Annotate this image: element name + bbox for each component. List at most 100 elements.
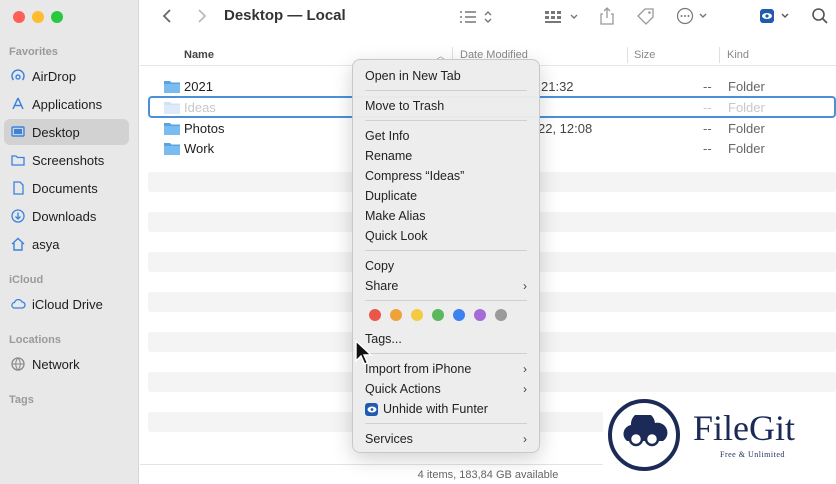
forward-button[interactable] bbox=[193, 6, 211, 26]
sidebar-item-label: asya bbox=[32, 236, 60, 252]
menu-separator bbox=[365, 423, 527, 424]
menu-item-move-to-trash[interactable]: Move to Trash bbox=[365, 96, 529, 116]
share-icon bbox=[600, 7, 614, 25]
column-divider[interactable] bbox=[719, 47, 720, 63]
file-size: -- bbox=[703, 99, 712, 115]
menu-separator bbox=[365, 90, 527, 91]
sidebar-item-desktop[interactable]: Desktop bbox=[4, 119, 129, 145]
sidebar-item-label: Network bbox=[32, 356, 80, 372]
tag-yellow[interactable] bbox=[411, 309, 423, 321]
filegit-logo-icon bbox=[608, 399, 680, 471]
sidebar-item-label: Screenshots bbox=[32, 152, 105, 168]
context-menu: Open in New Tab Move to Trash Get Info R… bbox=[352, 59, 540, 453]
sidebar-item-airdrop[interactable]: AirDrop bbox=[4, 63, 129, 89]
group-button[interactable] bbox=[544, 8, 582, 26]
tag-gray[interactable] bbox=[495, 309, 507, 321]
grid-icon bbox=[545, 11, 578, 23]
eye-icon bbox=[760, 9, 789, 23]
file-name-input[interactable]: Ideas bbox=[184, 100, 364, 115]
file-size: -- bbox=[703, 140, 712, 156]
sidebar-section-locations: Locations bbox=[9, 334, 61, 346]
chevron-right-icon: › bbox=[523, 382, 527, 396]
ellipsis-icon bbox=[676, 7, 707, 25]
menu-item-quick-look[interactable]: Quick Look bbox=[365, 226, 529, 246]
menu-item-quick-actions[interactable]: Quick Actions › bbox=[365, 379, 529, 399]
menu-item-get-info[interactable]: Get Info bbox=[365, 126, 529, 146]
desktop-icon bbox=[10, 124, 26, 140]
actions-button[interactable] bbox=[676, 6, 712, 26]
tag-purple[interactable] bbox=[474, 309, 486, 321]
sidebar-item-network[interactable]: Network bbox=[4, 351, 129, 377]
close-button[interactable] bbox=[13, 11, 25, 23]
cloud-icon bbox=[10, 296, 26, 312]
folder-icon bbox=[164, 101, 180, 114]
file-kind: Folder bbox=[728, 120, 765, 136]
sidebar-item-applications[interactable]: Applications bbox=[4, 91, 129, 117]
menu-item-unhide-with-funter[interactable]: Unhide with Funter bbox=[365, 399, 529, 419]
menu-separator bbox=[365, 300, 527, 301]
tag-blue[interactable] bbox=[453, 309, 465, 321]
menu-item-share[interactable]: Share › bbox=[365, 276, 529, 296]
chevron-left-icon bbox=[162, 9, 171, 23]
filegit-watermark: FileGit Free & Unlimited bbox=[603, 393, 836, 484]
view-mode-list-button[interactable] bbox=[458, 8, 494, 26]
menu-item-open-in-new-tab[interactable]: Open in New Tab bbox=[365, 66, 529, 86]
tag-orange[interactable] bbox=[390, 309, 402, 321]
home-icon bbox=[10, 236, 26, 252]
sidebar-item-label: AirDrop bbox=[32, 68, 77, 84]
tag-green[interactable] bbox=[432, 309, 444, 321]
sidebar-item-label: Documents bbox=[32, 180, 98, 196]
folder-icon bbox=[164, 122, 180, 135]
chevron-right-icon: › bbox=[523, 362, 527, 376]
column-header-name[interactable]: Name bbox=[184, 49, 214, 61]
network-icon bbox=[10, 356, 26, 372]
sidebar-item-label: Downloads bbox=[32, 208, 97, 224]
menu-item-import-from-iphone[interactable]: Import from iPhone › bbox=[365, 359, 529, 379]
menu-item-compress[interactable]: Compress “Ideas” bbox=[365, 166, 529, 186]
download-icon bbox=[10, 208, 26, 224]
menu-item-services[interactable]: Services › bbox=[365, 429, 529, 449]
search-button[interactable] bbox=[810, 6, 830, 26]
file-kind: Folder bbox=[728, 78, 765, 94]
funter-button[interactable] bbox=[758, 6, 794, 26]
window-title: Desktop — Local bbox=[224, 7, 346, 24]
column-header-size[interactable]: Size bbox=[634, 49, 655, 61]
filegit-tagline: Free & Unlimited bbox=[720, 450, 785, 459]
menu-item-duplicate[interactable]: Duplicate bbox=[365, 186, 529, 206]
share-button[interactable] bbox=[598, 6, 616, 26]
file-size: -- bbox=[703, 78, 712, 94]
file-name: 2021 bbox=[184, 78, 213, 94]
applications-icon bbox=[10, 96, 26, 112]
menu-item-copy[interactable]: Copy bbox=[365, 256, 529, 276]
sidebar-item-downloads[interactable]: Downloads bbox=[4, 203, 129, 229]
column-divider[interactable] bbox=[627, 47, 628, 63]
sidebar-section-favorites: Favorites bbox=[9, 46, 58, 58]
folder-icon bbox=[164, 80, 180, 93]
sidebar-item-documents[interactable]: Documents bbox=[4, 175, 129, 201]
sidebar-item-icloud-drive[interactable]: iCloud Drive bbox=[4, 291, 129, 317]
file-kind: Folder bbox=[728, 140, 765, 156]
funter-eye-icon bbox=[365, 402, 378, 416]
file-kind: Folder bbox=[728, 99, 765, 115]
sidebar-item-label: Applications bbox=[32, 96, 103, 112]
sidebar-item-screenshots[interactable]: Screenshots bbox=[4, 147, 129, 173]
list-view-icon bbox=[460, 11, 492, 23]
tags-button[interactable] bbox=[635, 6, 657, 26]
folder-icon bbox=[10, 152, 26, 168]
filegit-brand: FileGit bbox=[693, 408, 796, 448]
file-date: 22, 12:08 bbox=[538, 120, 593, 136]
menu-separator bbox=[365, 353, 527, 354]
chevron-right-icon: › bbox=[523, 432, 527, 446]
zoom-button[interactable] bbox=[51, 11, 63, 23]
minimize-button[interactable] bbox=[32, 11, 44, 23]
menu-item-rename[interactable]: Rename bbox=[365, 146, 529, 166]
column-header-kind[interactable]: Kind bbox=[727, 49, 749, 61]
tag-red[interactable] bbox=[369, 309, 381, 321]
mouse-cursor-icon bbox=[355, 340, 373, 365]
tag-color-picker bbox=[369, 309, 507, 321]
file-size: -- bbox=[703, 120, 712, 136]
menu-item-make-alias[interactable]: Make Alias bbox=[365, 206, 529, 226]
back-button[interactable] bbox=[158, 6, 176, 26]
menu-item-tags[interactable]: Tags... bbox=[365, 329, 529, 349]
sidebar-item-asya[interactable]: asya bbox=[4, 231, 129, 257]
